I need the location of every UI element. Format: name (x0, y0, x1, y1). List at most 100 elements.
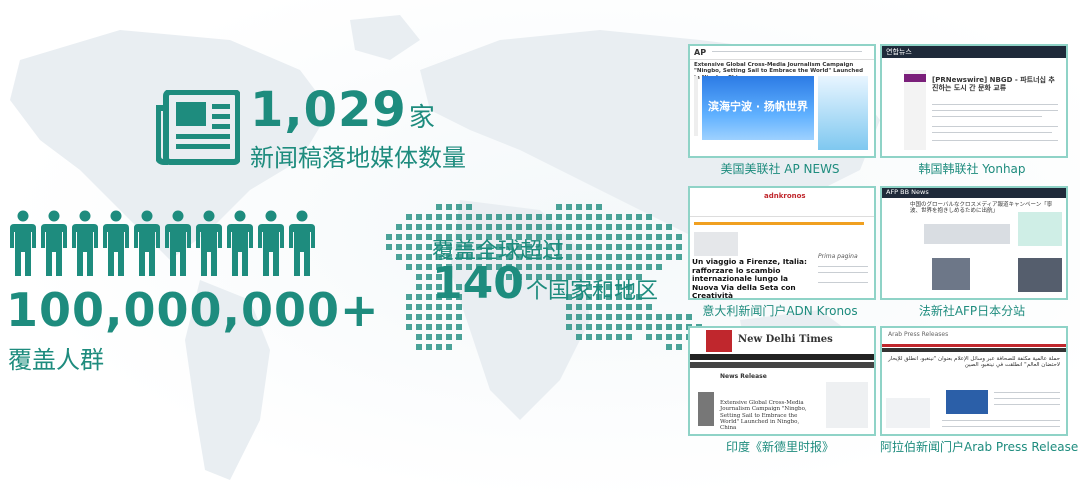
map-dot (616, 254, 622, 260)
coverage-number: 140 (432, 258, 524, 309)
map-dot (506, 214, 512, 220)
map-dot (586, 224, 592, 230)
media-unit: 家 (408, 103, 436, 133)
ndt-headline: Extensive Global Cross-Media Journalism … (720, 400, 807, 432)
map-dot (566, 244, 572, 250)
map-dot (436, 224, 442, 230)
map-dot (606, 254, 612, 260)
map-dot (666, 254, 672, 260)
map-dot (596, 224, 602, 230)
map-dot (396, 234, 402, 240)
map-dot (526, 214, 532, 220)
map-dot (626, 264, 632, 270)
map-dot (416, 264, 422, 270)
newspaper-icon (156, 90, 240, 165)
map-dot (666, 334, 672, 340)
map-dot (416, 274, 422, 280)
ndt-logo-box (706, 330, 732, 352)
map-dot (556, 214, 562, 220)
map-dot (596, 234, 602, 240)
map-dot (476, 224, 482, 230)
caption-new-delhi-times: 印度《新德里时报》 (725, 440, 834, 454)
map-dot (606, 224, 612, 230)
map-dot (426, 334, 432, 340)
map-dot (426, 314, 432, 320)
afp-ad (1018, 212, 1062, 246)
map-dot (636, 224, 642, 230)
map-dot (426, 324, 432, 330)
map-dot (606, 314, 612, 320)
map-dot (616, 314, 622, 320)
map-dot (596, 214, 602, 220)
map-dot (416, 244, 422, 250)
map-dot (436, 344, 442, 350)
map-dot (656, 324, 662, 330)
map-dot (576, 254, 582, 260)
map-dot (626, 224, 632, 230)
map-dot (656, 334, 662, 340)
afp-photo (932, 258, 970, 290)
map-dot (396, 224, 402, 230)
map-dot (416, 254, 422, 260)
map-dot (676, 234, 682, 240)
afp-logo: AFP BB News (886, 188, 929, 196)
adnkronos-logo: adnkronos (764, 192, 806, 200)
map-dot (656, 224, 662, 230)
ap-banner-image: 滨海宁波 · 扬帆世界 (702, 76, 814, 140)
map-dot (586, 204, 592, 210)
media-count: 1,029家 (250, 82, 436, 138)
map-dot (416, 224, 422, 230)
map-dot (606, 324, 612, 330)
map-dot (576, 244, 582, 250)
map-dot (556, 204, 562, 210)
map-dot (616, 244, 622, 250)
thumbnail-ap-news: AP Extensive Global Cross-Media Journali… (688, 44, 876, 158)
map-dot (676, 314, 682, 320)
map-dot (666, 314, 672, 320)
map-dot (456, 324, 462, 330)
map-dot (586, 254, 592, 260)
map-dot (406, 214, 412, 220)
map-dot (566, 314, 572, 320)
yonhap-sidebar (904, 70, 926, 150)
map-dot (596, 324, 602, 330)
map-dot (566, 254, 572, 260)
audience-count: 100,000,000+ (6, 283, 380, 337)
adnkronos-side-title: Prima pagina (818, 253, 858, 260)
map-dot (436, 314, 442, 320)
arab-logo: Arab Press Releases (888, 331, 949, 338)
map-dot (646, 234, 652, 240)
map-dot (436, 334, 442, 340)
map-dot (416, 304, 422, 310)
map-dot (386, 244, 392, 250)
ndt-logo: New Delhi Times (738, 334, 833, 345)
map-dot (456, 204, 462, 210)
map-dot (486, 214, 492, 220)
map-dot (646, 314, 652, 320)
map-dot (676, 324, 682, 330)
caption-arab-press-release: 阿拉伯新闻门户Arab Press Release (880, 440, 1079, 454)
map-dot (586, 334, 592, 340)
map-dot (606, 264, 612, 270)
yonhap-logo: 연합뉴스 (886, 48, 912, 56)
map-dot (676, 244, 682, 250)
map-dot (606, 234, 612, 240)
map-dot (606, 334, 612, 340)
map-dot (396, 244, 402, 250)
map-dot (566, 324, 572, 330)
map-dot (406, 254, 412, 260)
map-dot (406, 324, 412, 330)
map-dot (676, 344, 682, 350)
map-dot (646, 254, 652, 260)
map-dot (456, 224, 462, 230)
map-dot (646, 264, 652, 270)
map-dot (646, 224, 652, 230)
map-dot (466, 224, 472, 230)
map-dot (656, 234, 662, 240)
map-dot (406, 224, 412, 230)
map-dot (576, 234, 582, 240)
map-dot (516, 224, 522, 230)
map-dot (646, 324, 652, 330)
map-dot (626, 234, 632, 240)
map-dot (406, 314, 412, 320)
